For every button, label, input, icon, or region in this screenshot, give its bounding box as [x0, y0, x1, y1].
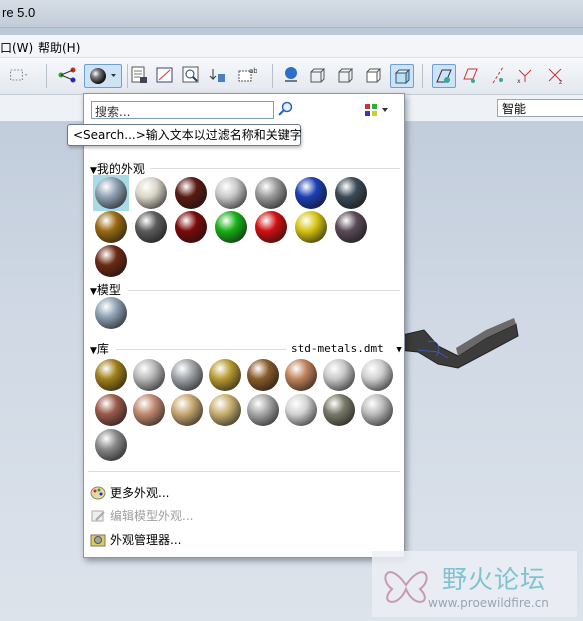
appearance-manager-icon — [90, 534, 106, 546]
shading-cube-icon[interactable] — [390, 64, 414, 88]
lib-swatch-7[interactable] — [323, 359, 355, 391]
lib-swatch-4[interactable] — [209, 359, 241, 391]
my-swatch-1[interactable] — [95, 177, 127, 209]
lib-swatch-14[interactable] — [285, 394, 317, 426]
library-file-name: std-metals.dmt — [291, 342, 384, 355]
hidden-line-cube-icon[interactable] — [334, 64, 356, 86]
appearance-manager-item[interactable]: 外观管理器... — [90, 531, 181, 548]
butterfly-logo-icon — [384, 571, 428, 603]
menu-bar: 口(W) 帮助(H) — [0, 35, 583, 58]
my-swatch-15[interactable] — [95, 245, 127, 277]
more-appearances-label: 更多外观... — [110, 486, 170, 500]
section-title: 模型 — [96, 283, 121, 297]
lib-swatch-11[interactable] — [171, 394, 203, 426]
my-swatch-8[interactable] — [95, 211, 127, 243]
my-swatch-13[interactable] — [295, 211, 327, 243]
datum-point-display-icon[interactable] — [488, 64, 510, 86]
forum-watermark: 野火论坛 www.proewildfire.cn — [372, 551, 577, 617]
section-divider — [150, 168, 400, 169]
menu-window[interactable]: 口(W) — [0, 39, 33, 56]
section-divider — [128, 290, 400, 291]
chevron-down-icon: ▼ — [396, 345, 402, 355]
lib-swatch-10[interactable] — [133, 394, 165, 426]
datum-plane-display-icon[interactable] — [432, 64, 456, 88]
datum-axis-display-icon[interactable] — [460, 64, 482, 86]
svg-text:x: x — [517, 78, 521, 85]
my-swatch-14[interactable] — [335, 211, 367, 243]
collapse-triangle-icon[interactable]: ▼ — [90, 287, 97, 297]
appearance-gallery-button[interactable] — [84, 64, 122, 88]
window-title: re 5.0 — [2, 5, 36, 20]
toolbar-separator — [422, 64, 423, 88]
model-swatch-1[interactable] — [95, 297, 127, 329]
model-part[interactable] — [398, 312, 583, 392]
svg-text:ab: ab — [249, 67, 257, 75]
smart-filter-select[interactable]: 智能 — [497, 99, 583, 117]
my-swatch-11[interactable] — [215, 211, 247, 243]
section-title: 库 — [96, 342, 109, 356]
collapse-triangle-icon[interactable]: ▼ — [90, 346, 97, 356]
my-swatch-4[interactable] — [215, 177, 247, 209]
view-options-icon[interactable] — [364, 103, 392, 117]
section-library[interactable]: ▼库 — [90, 340, 109, 357]
lib-swatch-9[interactable] — [95, 394, 127, 426]
lib-swatch-16[interactable] — [361, 394, 393, 426]
coordinate-display-icon[interactable]: z — [544, 64, 566, 86]
section-title: 我的外观 — [96, 162, 145, 176]
lib-swatch-3[interactable] — [171, 359, 203, 391]
my-swatch-2[interactable] — [135, 177, 167, 209]
my-swatch-3[interactable] — [175, 177, 207, 209]
toolbar-separator — [46, 64, 47, 88]
more-appearances-item[interactable]: 更多外观... — [90, 484, 169, 501]
lib-swatch-8[interactable] — [361, 359, 393, 391]
edit-model-appearance-item[interactable]: 编辑模型外观... — [90, 507, 193, 524]
watermark-title: 野火论坛 — [442, 565, 547, 594]
lib-swatch-2[interactable] — [133, 359, 165, 391]
zoom-icon[interactable] — [180, 64, 202, 86]
csys-display-icon[interactable]: x — [514, 64, 536, 86]
section-divider — [116, 349, 286, 350]
saved-views-icon[interactable]: ab — [236, 64, 258, 86]
zoom-window-icon[interactable] — [154, 64, 176, 86]
wireframe-cube-icon[interactable] — [306, 64, 328, 86]
title-bar: re 5.0 — [0, 0, 583, 28]
lib-swatch-13[interactable] — [247, 394, 279, 426]
my-swatch-12[interactable] — [255, 211, 287, 243]
my-swatch-10[interactable] — [175, 211, 207, 243]
menu-help[interactable]: 帮助(H) — [38, 39, 80, 56]
reorient-icon[interactable] — [206, 64, 228, 86]
select-box-icon[interactable] — [4, 64, 34, 86]
my-swatch-6[interactable] — [295, 177, 327, 209]
lib-swatch-17[interactable] — [95, 429, 127, 461]
lib-swatch-5[interactable] — [247, 359, 279, 391]
appearance-gallery-popup: 搜索... ▼我的外观 ▼模型 ▼库 std-metals.dmt ▼ 更多外观… — [83, 93, 405, 558]
save-view-icon[interactable] — [128, 64, 150, 86]
svg-text:z: z — [559, 79, 562, 85]
my-swatch-5[interactable] — [255, 177, 287, 209]
lib-swatch-6[interactable] — [285, 359, 317, 391]
menu-divider — [88, 471, 400, 472]
lib-swatch-15[interactable] — [323, 394, 355, 426]
network-icon[interactable] — [56, 64, 78, 86]
lib-swatch-12[interactable] — [209, 394, 241, 426]
appearance-manager-label: 外观管理器... — [110, 533, 182, 547]
library-file-select[interactable]: std-metals.dmt ▼ — [291, 342, 402, 355]
section-model[interactable]: ▼模型 — [90, 281, 121, 298]
watermark-url: www.proewildfire.cn — [428, 596, 549, 610]
no-hidden-cube-icon[interactable] — [362, 64, 384, 86]
toolbar-separator — [272, 64, 273, 88]
search-tooltip: <Search...>输入文本以过滤名称和关键字 — [67, 124, 302, 146]
edit-model-appearance-label: 编辑模型外观... — [110, 509, 194, 523]
search-icon[interactable] — [276, 100, 294, 118]
palette-icon — [90, 486, 106, 499]
search-input[interactable]: 搜索... — [91, 101, 274, 119]
edit-appearance-icon — [91, 510, 105, 521]
lib-swatch-1[interactable] — [95, 359, 127, 391]
my-swatch-7[interactable] — [335, 177, 367, 209]
toolbar: ab x z — [0, 58, 583, 95]
my-swatch-9[interactable] — [135, 211, 167, 243]
display-style-icon[interactable] — [280, 64, 302, 86]
